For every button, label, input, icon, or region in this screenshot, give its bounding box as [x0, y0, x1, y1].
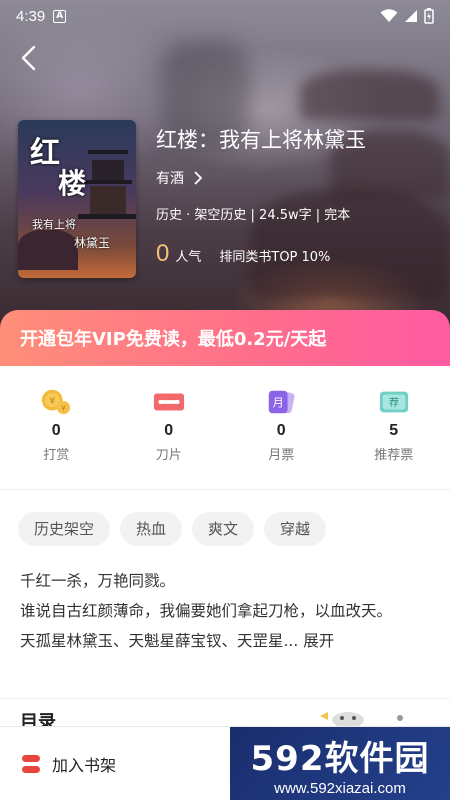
stat-blade[interactable]: 0 刀片	[113, 366, 226, 489]
stat-reward[interactable]: ¥ ¥ 0 打赏	[0, 366, 113, 489]
vip-banner[interactable]: 开通包年VIP免费读，最低0.2元/天起	[0, 310, 450, 366]
book-description[interactable]: 千红一杀，万艳同戮。 谁说自古红颜薄命，我偏要她们拿起刀枪，以血改天。 天孤星林…	[20, 566, 432, 656]
cover-title-char-2: 楼	[58, 167, 87, 200]
stat-monthly-label: 月票	[268, 448, 295, 463]
book-title: 红楼：我有上将林黛玉	[156, 128, 366, 152]
back-button[interactable]	[14, 42, 46, 74]
status-bar: 4:39 A	[0, 0, 450, 32]
bookshelf-icon	[22, 754, 40, 773]
stat-reward-label: 打赏	[43, 448, 70, 463]
tag-chip[interactable]: 热血	[120, 512, 183, 546]
monthly-ticket-icon: 月	[265, 388, 297, 416]
bottom-bar: 加入书架 592软件园 www.592xiazai.com	[0, 726, 450, 800]
popularity-label: 人气	[175, 250, 202, 265]
stat-monthly-ticket[interactable]: 月 0 月票	[225, 366, 338, 489]
cover-subtitle-1: 我有上将	[32, 218, 76, 231]
status-time: 4:39	[16, 7, 46, 25]
monthly-ticket-glyph: 月	[273, 397, 284, 410]
stats-row: ¥ ¥ 0 打赏 0 刀片 月 0 月票 荐 5 推荐票	[0, 366, 450, 490]
author-name: 有酒	[156, 171, 184, 187]
stat-recommend-ticket[interactable]: 荐 5 推荐票	[338, 366, 450, 489]
chevron-left-icon	[21, 45, 36, 71]
stat-blade-value: 0	[164, 422, 174, 439]
recommend-ticket-glyph: 荐	[389, 397, 399, 409]
rank-text: 排同类书TOP 10%	[219, 250, 331, 265]
stat-recommend-value: 5	[389, 422, 399, 439]
book-meta: 历史 · 架空历史 | 24.5w字 | 完本	[156, 208, 351, 223]
signal-icon	[405, 10, 417, 22]
popularity-row: 0 人气 排同类书TOP 10%	[156, 240, 330, 268]
recommend-ticket-icon: 荐	[378, 388, 410, 416]
svg-text:¥: ¥	[61, 404, 66, 413]
tag-chip[interactable]: 穿越	[264, 512, 327, 546]
mascot-decoration-icon	[320, 712, 403, 726]
book-cover: 红 楼 我有上将 林黛玉	[18, 120, 136, 278]
tag-chip[interactable]: 历史架空	[18, 512, 111, 546]
section-divider	[0, 698, 450, 699]
coin-icon: ¥ ¥	[40, 388, 72, 416]
expand-link[interactable]: 展开	[303, 632, 334, 650]
description-line: 千红一杀，万艳同戮。	[20, 572, 176, 590]
battery-icon	[424, 8, 434, 24]
stat-monthly-value: 0	[276, 422, 286, 439]
chevron-right-icon	[194, 171, 203, 185]
stat-blade-label: 刀片	[155, 448, 182, 463]
description-line: 谁说自古红颜薄命，我偏要她们拿起刀枪，以血改天。	[20, 602, 393, 620]
watermark-url: www.592xiazai.com	[274, 779, 406, 797]
notification-icon: A	[53, 9, 67, 23]
tag-chip[interactable]: 爽文	[192, 512, 255, 546]
popularity-value: 0	[156, 240, 170, 267]
cover-title-char-1: 红	[30, 136, 60, 171]
vip-banner-text: 开通包年VIP免费读，最低0.2元/天起	[20, 329, 327, 350]
tag-list: 历史架空 热血 爽文 穿越	[18, 512, 327, 546]
blade-icon	[153, 388, 185, 416]
add-to-shelf-label: 加入书架	[52, 755, 117, 775]
wifi-icon	[380, 9, 398, 22]
svg-text:¥: ¥	[49, 396, 55, 407]
author-link[interactable]: 有酒	[156, 168, 204, 188]
add-to-shelf-button[interactable]: 加入书架	[0, 727, 230, 800]
watermark-logo: 592软件园	[250, 738, 430, 779]
watermark: 592软件园 www.592xiazai.com	[230, 727, 450, 800]
stat-reward-value: 0	[51, 422, 61, 439]
description-line: 天孤星林黛玉、天魁星薛宝钗、天罡星...	[20, 632, 299, 650]
cover-subtitle-2: 林黛玉	[74, 236, 111, 250]
stat-recommend-label: 推荐票	[374, 448, 414, 463]
